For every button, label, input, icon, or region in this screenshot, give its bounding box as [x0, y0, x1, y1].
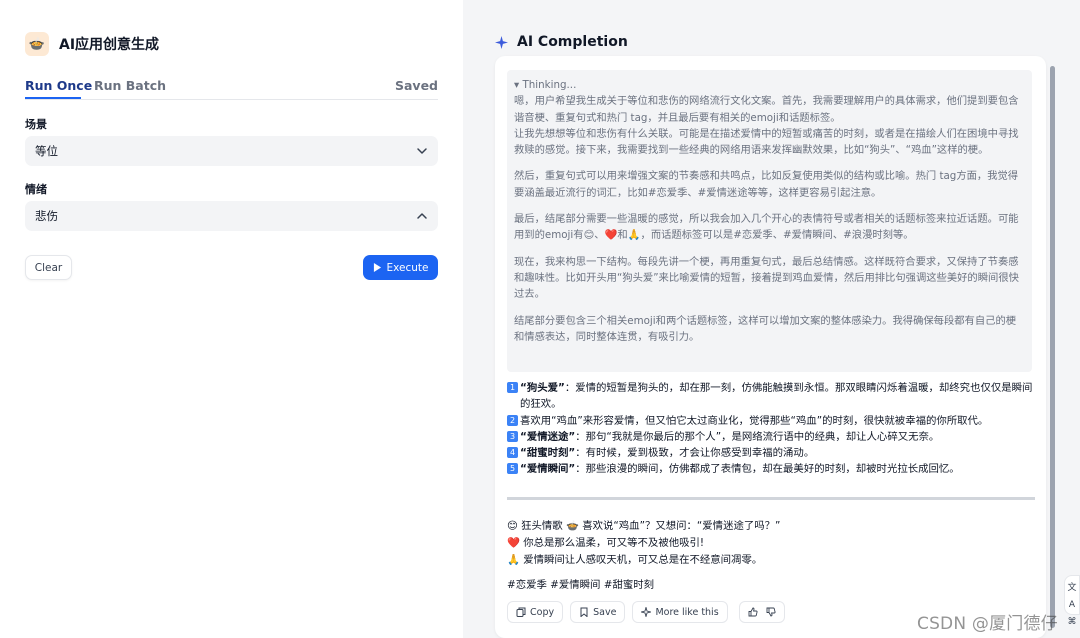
item-bold: “爱情迷途”	[520, 430, 576, 443]
tab-run-batch[interactable]: Run Batch	[94, 78, 166, 93]
scrollbar[interactable]	[1050, 66, 1055, 628]
item-bold: “甜蜜时刻”	[520, 447, 576, 460]
number-badge: 1	[507, 382, 518, 393]
thinking-paragraph: 然后，重复句式可以用来增强文案的节奏感和共鸣点，比如反复使用类似的结构或比喻。热…	[514, 170, 1019, 199]
chevron-up-icon	[417, 213, 427, 219]
bookmark-icon	[580, 607, 588, 617]
save-label: Save	[593, 606, 617, 618]
thinking-paragraph: 结尾部分要包含三个相关emoji和两个话题标签，这样可以增加文案的整体感染力。我…	[514, 314, 1017, 343]
execute-button[interactable]: Execute	[363, 255, 438, 280]
tab-run-once[interactable]: Run Once	[25, 78, 92, 93]
number-badge: 4	[507, 447, 518, 459]
save-button[interactable]: Save	[570, 601, 626, 623]
list-item: 2 喜欢用“鸡血”来形容爱情，但又怕它太过商业化，觉得那些“鸡血”的时刻，很快就被…	[507, 413, 1035, 429]
clear-button[interactable]: Clear	[25, 255, 72, 280]
execute-label: Execute	[386, 261, 429, 274]
thinking-title[interactable]: ▾ Thinking...	[514, 77, 1025, 93]
app-title: AI应用创意生成	[59, 37, 160, 53]
hashtags: #恋爱季 #爱情瞬间 #甜蜜时刻	[507, 579, 655, 591]
number-badge: 2	[507, 414, 518, 426]
copy-label: Copy	[530, 606, 555, 618]
emotion-select[interactable]: 悲伤	[25, 201, 438, 231]
left-panel: 🍲 AI应用创意生成 Run Once Run Batch Saved 场景 等…	[0, 0, 463, 638]
thumbs-down-icon[interactable]	[766, 607, 776, 617]
thinking-paragraph: 现在，我来构思一下结构。每段先讲一个梗，再用重复句式，最后总结情感。这样既符合要…	[514, 255, 1019, 301]
more-like-this-button[interactable]: More like this	[632, 601, 728, 623]
play-icon	[373, 263, 381, 272]
copy-button[interactable]: Copy	[507, 601, 564, 623]
translate-icon[interactable]: 文A	[1065, 580, 1079, 614]
scene-select[interactable]: 等位	[25, 136, 438, 166]
completion-header: AI Completion	[495, 34, 628, 50]
list-item: 5 “爱情瞬间”：那些浪漫的瞬间，仿佛都成了表情包，却在最美好的时刻，却被时光拉长…	[507, 461, 1035, 477]
thinking-paragraph: 最后，结尾部分需要一些温暖的感觉，所以我会加入几个开心的表情符号或者相关的话题标…	[514, 213, 1019, 242]
item-text: ：那句“我就是你最后的那个人”，是网络流行语中的经典，却让人心碎又无奈。	[575, 430, 940, 443]
item-bold: “爱情瞬间”	[520, 463, 576, 476]
thinking-block[interactable]: ▾ Thinking... 嗯，用户希望我生成关于等位和悲伤的网络流行文化文案。…	[507, 70, 1032, 372]
emotion-value: 悲伤	[35, 209, 58, 223]
more-label: More like this	[655, 606, 719, 618]
closing-line: ❤️ 你总是那么温柔，可又等不及被他吸引!	[507, 537, 705, 549]
list-item: 3 “爱情迷途”：那句“我就是你最后的那个人”，是网络流行语中的经典，却让人心碎又…	[507, 429, 1035, 445]
divider	[507, 497, 1035, 500]
command-icon[interactable]: ⌘	[1065, 614, 1079, 631]
completion-title: AI Completion	[517, 34, 628, 50]
thinking-paragraph: 嗯，用户希望我生成关于等位和悲伤的网络流行文化文案。首先，我需要理解用户的具体需…	[514, 95, 1019, 157]
thumbs-up-icon[interactable]	[748, 607, 758, 617]
tab-saved[interactable]: Saved	[395, 78, 438, 93]
list-item: 4 “甜蜜时刻”：有时候，爱到极致，才会让你感受到幸福的涌动。	[507, 445, 1035, 461]
sparkle-icon	[495, 35, 508, 49]
scene-label: 场景	[25, 118, 47, 131]
closing-line: 😊 狂头情歌 🍲 喜欢说“鸡血”？又想问：“爱情迷途了吗？”	[507, 520, 781, 532]
feedback-group	[738, 601, 785, 623]
closing-lines: 😊 狂头情歌 🍲 喜欢说“鸡血”？又想问：“爱情迷途了吗？” ❤️ 你总是那么温…	[507, 518, 1035, 569]
item-text: ：有时候，爱到极致，才会让你感受到幸福的涌动。	[575, 447, 815, 460]
item-bold: “狗头爱”	[520, 382, 565, 394]
number-badge: 3	[507, 430, 518, 442]
scene-value: 等位	[35, 144, 58, 158]
item-text: ：那些浪漫的瞬间，仿佛都成了表情包，却在最美好的时刻，却被时光拉长成回忆。	[575, 463, 960, 476]
number-badge: 5	[507, 463, 518, 475]
list-item: 1 “狗头爱”：爱情的短暂是狗头的，却在那一刻，仿佛能触摸到永恒。那双眼睛闪烁着温…	[507, 380, 1035, 413]
item-text: 喜欢用“鸡血”来形容爱情，但又怕它太过商业化，觉得那些“鸡血”的时刻，很快就被幸…	[520, 414, 989, 427]
tab-underline	[25, 97, 81, 99]
emotion-label: 情绪	[25, 183, 47, 196]
action-bar: Copy Save More like this	[507, 601, 785, 623]
chevron-down-icon	[417, 148, 427, 154]
watermark: CSDN @厦门德仔	[917, 614, 1058, 634]
app-header: 🍲 AI应用创意生成	[25, 32, 159, 56]
sparkle-icon	[641, 607, 652, 617]
completion-panel: ▾ Thinking... 嗯，用户希望我生成关于等位和悲伤的网络流行文化文案。…	[495, 56, 1046, 638]
app-icon: 🍲	[25, 32, 49, 56]
result-list: 1 “狗头爱”：爱情的短暂是狗头的，却在那一刻，仿佛能触摸到永恒。那双眼睛闪烁着温…	[507, 380, 1035, 478]
item-text: ：爱情的短暂是狗头的，却在那一刻，仿佛能触摸到永恒。那双眼睛闪烁着温暖，却终究也…	[520, 382, 1033, 411]
floating-toolbar[interactable]: 文A ⌘	[1064, 575, 1080, 627]
closing-line: 🙏 爱情瞬间让人感叹天机，可又总是在不经意间凋零。	[507, 554, 763, 566]
tab-bar: Run Once Run Batch Saved	[25, 76, 438, 100]
copy-icon	[516, 607, 526, 617]
